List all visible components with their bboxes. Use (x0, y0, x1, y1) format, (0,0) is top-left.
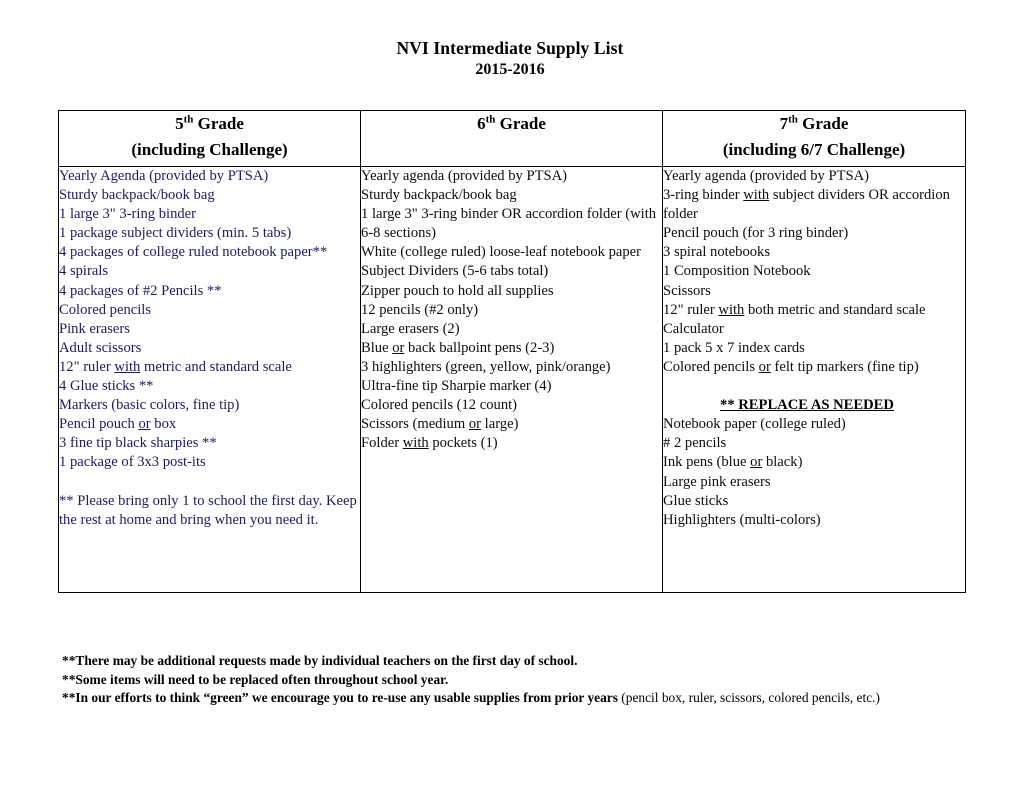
supply-list-item: Notebook paper (college ruled) (663, 416, 846, 433)
supply-list-item: Blue or back ballpoint pens (2-3) (361, 339, 555, 356)
supply-list-item: Markers (basic colors, fine tip) (59, 397, 240, 414)
footer-note-3-tail: (pencil box, ruler, scissors, colored pe… (617, 690, 880, 706)
supply-list-item: 3-ring binder with subject dividers OR a… (663, 187, 950, 223)
footer-note-3-bold: **In our efforts to think “green” we enc… (62, 690, 618, 706)
supply-list-item: Folder with pockets (1) (361, 435, 498, 452)
supply-list-item: 4 packages of #2 Pencils ** (59, 282, 222, 299)
supply-list-item: Colored pencils (12 count) (361, 397, 518, 414)
supply-list-item: Pencil pouch (for 3 ring binder) (663, 225, 849, 242)
supply-list-item: 4 Glue sticks ** (59, 378, 154, 395)
supply-list-item: 4 packages of college ruled notebook pap… (59, 244, 328, 261)
header-cell-grade-5: 5th Grade (including Challenge) (58, 110, 361, 167)
header-cell-grade-7: 7th Grade (including 6/7 Challenge) (662, 110, 966, 167)
supply-list-item: 1 large 3" 3-ring binder (59, 206, 196, 223)
supply-list-item: Large pink erasers (663, 473, 771, 490)
supply-list-item: White (college ruled) loose-leaf noteboo… (361, 244, 641, 261)
supply-list-item: Subject Dividers (5-6 tabs total) (361, 263, 549, 280)
supply-list-item: 1 Composition Notebook (663, 263, 811, 280)
supply-list-item: Calculator (663, 320, 724, 337)
supply-list-item: 3 fine tip black sharpies ** (59, 435, 217, 452)
supply-list-item: Zipper pouch to hold all supplies (361, 282, 554, 299)
grade-number: 7 (779, 114, 789, 133)
header-grade-6-title: 6th Grade (361, 111, 662, 137)
supply-list-item: Ink pens (blue or black) (663, 454, 803, 471)
grade-word: Grade (197, 114, 244, 133)
supply-list-item: Scissors (medium or large) (361, 416, 519, 433)
supply-list-grade-5: Yearly Agenda (provided by PTSA) Sturdy b… (59, 167, 360, 530)
header-cell-grade-6: 6th Grade (360, 110, 663, 167)
page-title: NVI Intermediate Supply List (396, 38, 624, 58)
title-block: NVI Intermediate Supply List 2015-2016 (0, 38, 1020, 80)
header-grade-5-title: 5th Grade (59, 111, 360, 137)
supply-list-item: Sturdy backpack/book bag (59, 187, 215, 204)
header-grade-7-subtitle: (including 6/7 Challenge) (722, 140, 906, 159)
table-body-row: Yearly Agenda (provided by PTSA) Sturdy b… (58, 166, 966, 593)
footer-note-2: **Some items will need to be replaced of… (62, 671, 449, 687)
grade-ordinal-suffix: th (485, 113, 496, 126)
supply-list-item: Pencil pouch or box (59, 416, 177, 433)
replace-as-needed-heading: ** REPLACE AS NEEDED (720, 397, 894, 414)
supply-list-grade-7-primary: Yearly agenda (provided by PTSA) 3-ring b… (663, 167, 965, 377)
supply-list-item: 3 spiral notebooks (663, 244, 771, 261)
grade-ordinal-suffix: th (183, 113, 194, 126)
supply-list-item: Adult scissors (59, 339, 142, 356)
document-page: NVI Intermediate Supply List 2015-2016 5… (0, 0, 1020, 788)
supply-list-item: 1 pack 5 x 7 index cards (663, 339, 805, 356)
supply-list-item: Yearly Agenda (provided by PTSA) (59, 168, 269, 184)
supply-list-item: 4 spirals (59, 263, 109, 280)
supply-list-item: 1 large 3" 3-ring binder OR accordion fo… (361, 206, 657, 242)
supply-list-item: Pink erasers (59, 320, 130, 337)
supply-list-item: 1 package subject dividers (min. 5 tabs) (59, 225, 292, 242)
supply-list-item: Colored pencils (59, 301, 152, 318)
grade-word: Grade (499, 114, 546, 133)
grade-number: 6 (477, 114, 486, 133)
supply-list-item: Large erasers (2) (361, 320, 460, 337)
grade-ordinal-suffix: th (788, 113, 798, 126)
header-grade-5-subtitle: (including Challenge) (131, 140, 288, 159)
supply-list-item: Ultra-fine tip Sharpie marker (4) (361, 378, 552, 395)
supply-list-item: Yearly agenda (provided by PTSA) (663, 168, 870, 184)
supply-list-item: Sturdy backpack/book bag (361, 187, 517, 204)
supply-list-item: 3 highlighters (green, yellow, pink/oran… (361, 358, 611, 375)
supply-list-item: ** Please bring only 1 to school the fir… (59, 492, 357, 528)
supply-list-item: Glue sticks (663, 492, 729, 509)
supply-list-item: Highlighters (multi-colors) (663, 511, 821, 528)
supply-list-item: Scissors (663, 282, 711, 299)
footer-notes: **There may be additional requests made … (62, 652, 952, 708)
supply-list-item: 12" ruler with both metric and standard … (663, 301, 926, 318)
supply-list-item: Yearly agenda (provided by PTSA) (361, 168, 568, 184)
supply-list-item: 1 package of 3x3 post-its (59, 454, 206, 471)
page-subtitle: 2015-2016 (475, 61, 545, 78)
supply-list-item: Colored pencils or felt tip markers (fin… (663, 358, 919, 375)
body-cell-grade-6: Yearly agenda (provided by PTSA) Sturdy b… (360, 166, 663, 593)
supply-list-grade-6: Yearly agenda (provided by PTSA) Sturdy b… (361, 167, 662, 453)
table-header-row: 5th Grade (including Challenge) 6th Grad… (58, 110, 966, 167)
supply-list-grade-7-replace: Notebook paper (college ruled) # 2 pencil… (663, 415, 965, 530)
supply-list-table: 5th Grade (including Challenge) 6th Grad… (58, 110, 966, 593)
header-grade-7-title: 7th Grade (663, 111, 965, 137)
footer-note-3: **In our efforts to think “green” we enc… (62, 689, 952, 708)
footer-note-1: **There may be additional requests made … (62, 653, 578, 668)
grade-number: 5 (175, 114, 184, 133)
body-cell-grade-7: Yearly agenda (provided by PTSA) 3-ring b… (662, 166, 966, 593)
grade-word: Grade (802, 114, 849, 133)
supply-list-item: 12 pencils (#2 only) (361, 301, 479, 318)
supply-list-item: 12" ruler with metric and standard scale (59, 358, 292, 375)
body-cell-grade-5: Yearly Agenda (provided by PTSA) Sturdy b… (58, 166, 361, 593)
supply-list-item: # 2 pencils (663, 435, 727, 452)
